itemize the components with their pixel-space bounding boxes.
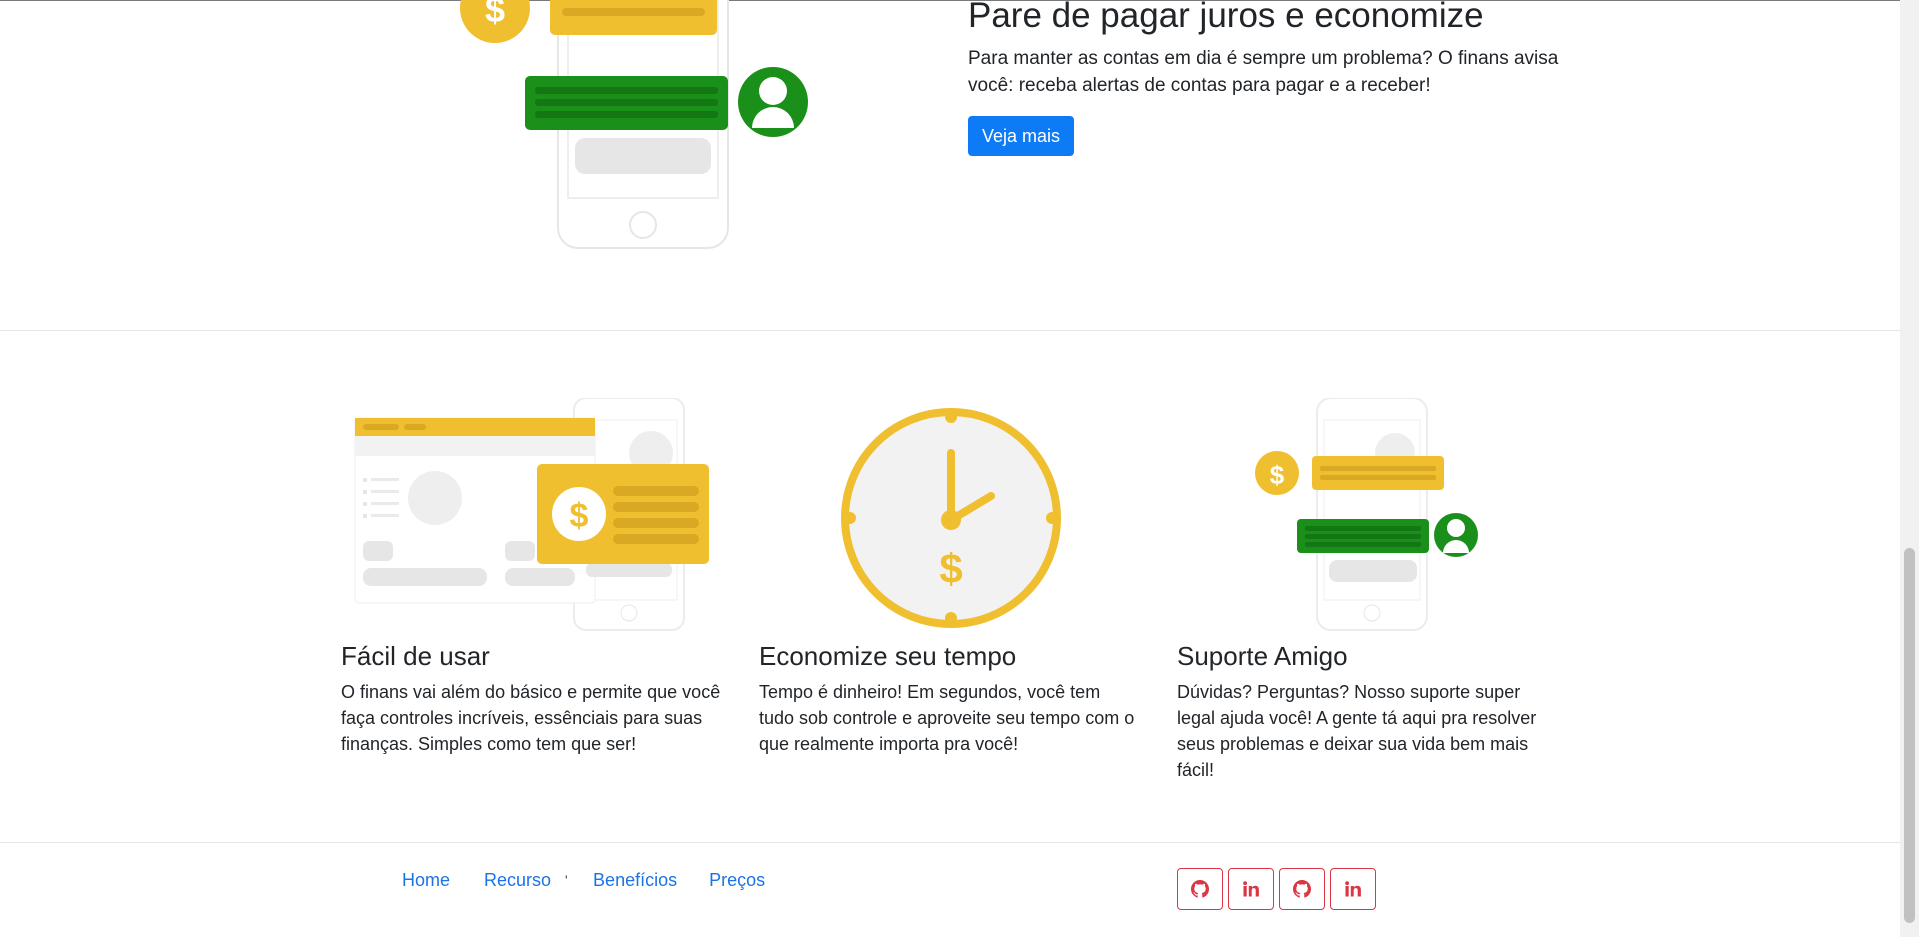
section-divider — [0, 330, 1900, 331]
phone-notification-illustration: $ — [460, 0, 808, 249]
feature-description: Tempo é dinheiro! Em segundos, você tem … — [759, 682, 1135, 754]
clock-dollar-icon: $ — [841, 408, 1061, 628]
github-icon — [1191, 880, 1209, 898]
footer-nav: Home Recurso Benefícios Preços — [402, 870, 797, 891]
hero-section: $ Pare de pagar juros e economize Para m… — [0, 0, 1900, 330]
page-scrollbar[interactable] — [1900, 0, 1919, 937]
feature-title: Suporte Amigo — [1177, 641, 1348, 671]
feature-friendly-support: $ Suporte Amigo Dúvidas? Perguntas? Noss… — [1177, 397, 1557, 780]
svg-text:$: $ — [939, 545, 962, 592]
linkedin-icon — [1345, 881, 1361, 897]
github-button[interactable] — [1177, 868, 1223, 910]
github-icon — [1293, 880, 1311, 898]
feature-description: Dúvidas? Perguntas? Nosso suporte super … — [1177, 682, 1537, 780]
feature-easy-to-use: $ Fácil de usar O finans vai além do bás… — [341, 397, 721, 754]
feature-save-time: $ Economize seu tempo Tempo é dinheiro! … — [759, 398, 1139, 754]
feature-title: Fácil de usar — [341, 641, 490, 671]
svg-text:$: $ — [1270, 460, 1285, 490]
linkedin-button[interactable] — [1330, 868, 1376, 910]
feature-title: Economize seu tempo — [759, 641, 1017, 671]
scrollbar-thumb[interactable] — [1904, 548, 1915, 923]
svg-text:$: $ — [485, 0, 505, 30]
stray-tick-mark: ' — [565, 872, 568, 888]
footer-link-home[interactable]: Home — [402, 870, 450, 891]
social-links — [1177, 868, 1376, 910]
linkedin-icon — [1243, 881, 1259, 897]
footer-link-precos[interactable]: Preços — [709, 870, 765, 891]
footer-divider — [0, 842, 1900, 843]
footer-link-recurso[interactable]: Recurso — [484, 870, 551, 891]
dashboard-illustration: $ — [354, 397, 709, 631]
feature-description: O finans vai além do básico e permite qu… — [341, 682, 721, 754]
svg-text:$: $ — [570, 497, 589, 535]
support-chat-illustration: $ — [1255, 397, 1478, 631]
hero-description: Para manter as contas em dia é sempre um… — [968, 48, 1559, 96]
github-button[interactable] — [1279, 868, 1325, 910]
see-more-button[interactable]: Veja mais — [968, 116, 1075, 156]
footer-link-beneficios[interactable]: Benefícios — [593, 870, 677, 891]
linkedin-button[interactable] — [1228, 868, 1274, 910]
hero-title: Pare de pagar juros e economize — [968, 0, 1484, 35]
